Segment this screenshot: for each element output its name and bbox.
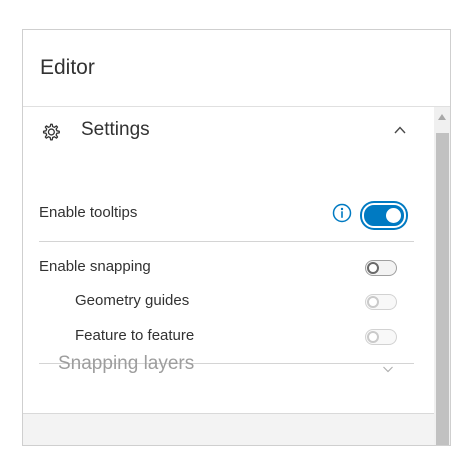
toggle-knob — [386, 208, 401, 223]
toggle-knob — [367, 296, 379, 308]
scroll-up-arrow-icon[interactable] — [438, 114, 446, 120]
toggle-knob — [367, 262, 379, 274]
panel-header: Editor — [23, 30, 450, 107]
gear-icon — [42, 123, 60, 141]
feature-to-feature-label: Feature to feature — [75, 327, 195, 344]
divider — [39, 241, 414, 242]
geometry-guides-toggle[interactable] — [365, 294, 397, 310]
feature-to-feature-toggle[interactable] — [365, 329, 397, 345]
enable-tooltips-label: Enable tooltips — [39, 204, 138, 221]
panel-footer — [23, 413, 434, 445]
editor-panel: Editor Settings Enable tooltips Enable s… — [22, 29, 451, 446]
snapping-layers-label[interactable]: Snapping layers — [58, 353, 194, 375]
info-icon[interactable] — [332, 203, 352, 223]
enable-snapping-toggle[interactable] — [365, 260, 397, 276]
enable-snapping-label: Enable snapping — [39, 258, 151, 275]
enable-tooltips-toggle[interactable] — [362, 203, 406, 228]
scrollbar-thumb[interactable] — [436, 133, 449, 445]
chevron-down-icon[interactable] — [382, 363, 394, 375]
panel-title: Editor — [40, 56, 95, 79]
settings-section-header[interactable]: Settings — [23, 107, 434, 157]
chevron-up-icon[interactable] — [393, 123, 407, 137]
toggle-knob — [367, 331, 379, 343]
geometry-guides-label: Geometry guides — [75, 292, 190, 309]
settings-label: Settings — [81, 119, 150, 140]
scrollbar[interactable] — [434, 107, 450, 445]
